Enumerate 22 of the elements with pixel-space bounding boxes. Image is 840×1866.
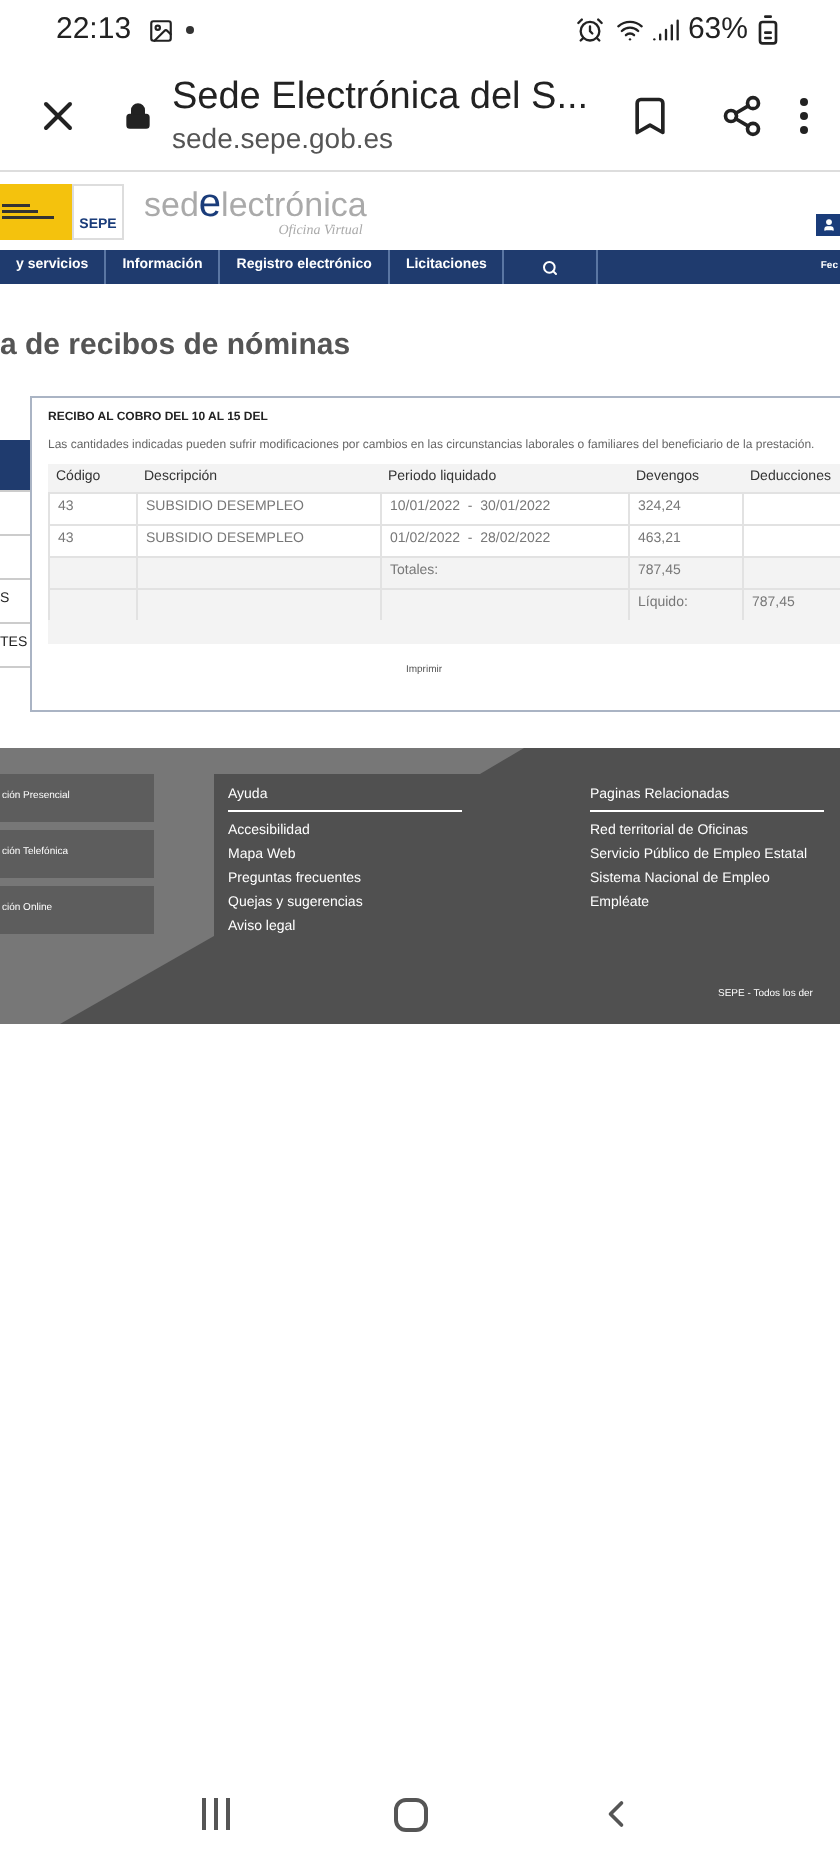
brand-logo: sedelectrónica bbox=[144, 184, 367, 224]
signal-icon bbox=[651, 16, 680, 44]
user-icon bbox=[821, 218, 835, 232]
more-button[interactable] bbox=[800, 97, 808, 133]
page-title: Sede Electrónica del S... bbox=[172, 73, 591, 122]
ministry-logo bbox=[0, 183, 72, 239]
more-icon bbox=[800, 97, 808, 133]
gallery-icon bbox=[147, 17, 174, 43]
recent-apps-button[interactable] bbox=[202, 1798, 231, 1830]
alarm-icon bbox=[575, 16, 604, 44]
battery-level: 63% bbox=[687, 9, 748, 50]
status-time: 22:13 bbox=[56, 9, 132, 50]
search-icon bbox=[542, 259, 559, 275]
share-icon bbox=[720, 93, 764, 137]
lock-icon bbox=[124, 101, 152, 129]
wifi-icon bbox=[615, 16, 644, 44]
sidebar-item[interactable] bbox=[0, 440, 30, 492]
section-title: a de recibos de nóminas bbox=[0, 325, 351, 365]
page-url: sede.sepe.gob.es bbox=[172, 121, 396, 157]
home-button[interactable] bbox=[394, 1797, 429, 1831]
share-button[interactable] bbox=[720, 93, 764, 137]
user-button[interactable] bbox=[816, 214, 840, 236]
